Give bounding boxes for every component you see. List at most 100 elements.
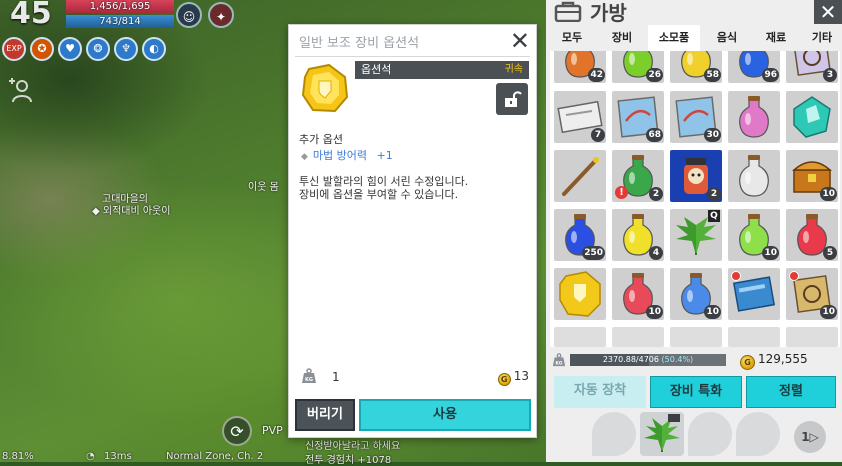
inventory-slot-empty[interactable] [728, 327, 780, 347]
inventory-slot[interactable] [554, 268, 606, 320]
exp-buff-icon[interactable]: EXP [2, 37, 26, 61]
item-description: 투신 발할라의 힘이 서린 수정입니다. 장비에 옵션을 부여할 수 있습니다. [299, 175, 524, 201]
npc-name-label[interactable]: ◆ 외적대비 아웃이 [92, 202, 170, 217]
inventory-slot-empty[interactable] [670, 327, 722, 347]
weight-icon: KG [552, 353, 566, 366]
equip-specialize-button[interactable]: 장비 특화 [650, 376, 742, 408]
attack-buff-icon[interactable]: ✪ [30, 37, 54, 61]
character-portrait-icon[interactable]: ☺ [176, 2, 202, 28]
wand-icon [562, 157, 599, 196]
gold-total: G 129,555 [740, 352, 808, 370]
item-name-bar: 옵션석 귀속 [355, 61, 529, 79]
npc-name-right-label[interactable]: 이웃 몸 [248, 178, 279, 193]
inventory-slot[interactable] [554, 150, 606, 202]
inventory-slot[interactable]: 30 [670, 91, 722, 143]
inventory-slot[interactable]: 10 [786, 268, 838, 320]
popup-close-button[interactable]: ✕ [510, 27, 530, 55]
inventory-slot[interactable]: 26 [612, 51, 664, 83]
inventory-slot-empty[interactable] [612, 327, 664, 347]
tab-consumables[interactable]: 소모품 [648, 25, 700, 51]
quick-slot-3[interactable] [688, 412, 732, 456]
guild-emblem-icon[interactable]: ✦ [208, 2, 234, 28]
tab-materials[interactable]: 재료 [754, 25, 798, 51]
pvp-button[interactable]: PVP [262, 424, 283, 437]
weight-row: KG 2370.88/4706 (50.4%) G 129,555 [552, 352, 840, 370]
bag-icon [554, 0, 582, 23]
extra-option-row: ◆ 마법 방어력 +1 [301, 147, 393, 163]
item-count-badge: 30 [704, 128, 721, 142]
inventory-slot[interactable]: 10 [728, 209, 780, 261]
item-name: 옵션석 [361, 63, 392, 76]
inventory-slot[interactable]: 10 [670, 268, 722, 320]
extra-option-value: +1 [376, 149, 393, 162]
extra-option-name: 마법 방어력 [312, 149, 368, 162]
extra-option-title: 추가 옵션 [299, 133, 343, 146]
defense-buff-icon[interactable]: ♥ [58, 37, 82, 61]
description-line-1: 투신 발할라의 힘이 서린 수정입니다. [299, 175, 469, 188]
inventory-title: 가방 [590, 1, 627, 25]
gold-coin-icon: G [497, 373, 511, 386]
pink-potion-icon [739, 96, 769, 138]
quickslot-badge: Q [708, 210, 720, 222]
inventory-slot[interactable]: 3 [786, 51, 838, 83]
tab-all[interactable]: 모두 [552, 25, 592, 51]
quick-slot-next-button[interactable]: 1▷ [794, 421, 826, 453]
inventory-slot[interactable]: 4 [612, 209, 664, 261]
inventory-slot[interactable] [786, 91, 838, 143]
sort-button[interactable]: 정렬 [746, 376, 836, 408]
inventory-slot[interactable] [728, 268, 780, 320]
shield-buff-icon[interactable]: ◐ [142, 37, 166, 61]
item-price: G 13 [497, 369, 529, 386]
unlock-icon[interactable] [496, 83, 528, 115]
quick-slot-2[interactable] [640, 412, 684, 456]
inventory-slot[interactable]: Q [670, 209, 722, 261]
inventory-slot-empty[interactable] [786, 327, 838, 347]
chat-line-2: 전투 경험치 +1078 [305, 455, 392, 466]
empty-potion-icon [739, 155, 769, 197]
option-stone-icon [559, 271, 601, 317]
popup-title: 일반 보조 장비 옵션석 [299, 36, 420, 51]
inventory-slot-empty[interactable] [554, 327, 606, 347]
inventory-slot[interactable]: 68 [612, 91, 664, 143]
option-stone-icon [299, 63, 351, 115]
wifi-icon: ◔ [86, 451, 95, 462]
use-button[interactable]: 사용 [359, 399, 531, 431]
auto-equip-button[interactable]: 자동 장착 [554, 376, 646, 408]
item-price-value: 13 [513, 369, 529, 383]
item-count-badge: 10 [820, 305, 837, 319]
new-item-dot [789, 271, 799, 281]
inventory-slot[interactable]: 7 [554, 91, 606, 143]
wing-buff-icon[interactable]: ♆ [114, 37, 138, 61]
inventory-slot[interactable] [728, 150, 780, 202]
inventory-slot[interactable]: 96 [728, 51, 780, 83]
speed-buff-icon[interactable]: ❂ [86, 37, 110, 61]
inventory-tabs: 모두 장비 소모품 음식 재료 기타 [552, 25, 840, 51]
inventory-slot[interactable]: 5 [786, 209, 838, 261]
tab-food[interactable]: 음식 [704, 25, 750, 51]
tab-equipment[interactable]: 장비 [600, 25, 644, 51]
inventory-slot[interactable]: 2 [670, 150, 722, 202]
warning-icon: ! [615, 186, 628, 199]
item-count-badge: 2 [649, 187, 663, 201]
inventory-slot[interactable]: 42 [554, 51, 606, 83]
inventory-slot[interactable]: 58 [670, 51, 722, 83]
tab-etc[interactable]: 기타 [802, 25, 842, 51]
inventory-slot[interactable] [728, 91, 780, 143]
weight-percent: (50.4%) [661, 355, 694, 364]
inventory-close-button[interactable]: ✕ [814, 0, 842, 24]
discard-button[interactable]: 버리기 [295, 399, 355, 431]
item-detail-popup: 일반 보조 장비 옵션석 ✕ 옵션석 귀속 추가 옵션 ◆ 마법 방어력 +1 투… [288, 24, 537, 438]
inventory-slot[interactable]: 2! [612, 150, 664, 202]
quick-slot-1[interactable] [592, 412, 636, 456]
auto-battle-icon[interactable]: ⟳ [222, 416, 252, 446]
popup-divider [295, 56, 530, 57]
item-count-badge: 96 [762, 68, 779, 82]
zone-text: Normal Zone, Ch. 2 [166, 451, 264, 462]
inventory-slot[interactable]: 250 [554, 209, 606, 261]
weight-icon: KG [301, 368, 317, 384]
inventory-slot[interactable]: 10 [612, 268, 664, 320]
quick-slot-4[interactable] [736, 412, 780, 456]
inventory-slot[interactable]: 10 [786, 150, 838, 202]
add-party-icon[interactable] [5, 75, 39, 109]
ping-text: 13ms [104, 451, 132, 462]
